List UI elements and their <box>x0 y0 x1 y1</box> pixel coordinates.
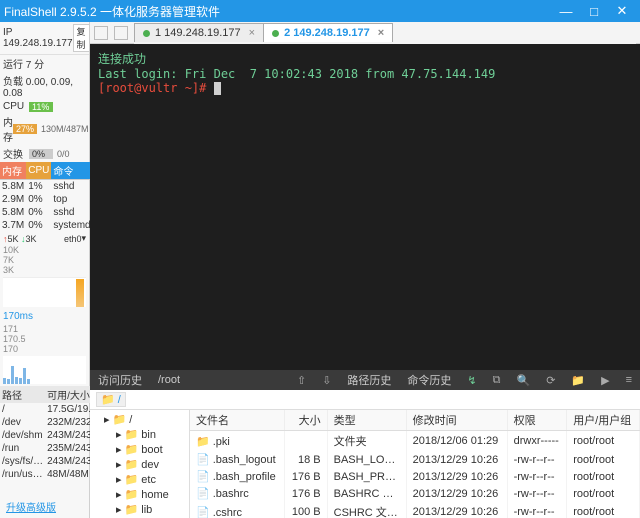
status-dot <box>143 30 150 37</box>
new-folder-icon[interactable]: 📁 <box>571 374 585 387</box>
mem-value: 27% <box>13 124 37 134</box>
tab[interactable]: 1 149.248.19.177× <box>134 23 264 42</box>
th-cmd[interactable]: 命令 <box>51 162 92 180</box>
content-toolbar: 1 149.248.19.177×2 149.248.19.177× <box>90 22 640 44</box>
file-row[interactable]: 📁.pki文件夹2018/12/06 01:29drwxr-----root/r… <box>190 431 640 452</box>
breadcrumb: 📁/ <box>90 390 640 410</box>
copy-icon[interactable]: ⧉ <box>493 374 501 387</box>
net-if: eth0 <box>64 234 82 244</box>
col-type[interactable]: 类型 <box>327 410 406 431</box>
bread-root[interactable]: 📁/ <box>96 392 126 407</box>
tree-node[interactable]: ▸ 📁etc <box>94 472 185 487</box>
file-list[interactable]: 文件名 大小 类型 修改时间 权限 用户/用户组 📁.pki文件夹2018/12… <box>190 410 640 518</box>
tab-close-icon[interactable]: × <box>378 27 384 39</box>
net-if-dropdown[interactable]: ▾ <box>81 233 86 244</box>
tab[interactable]: 2 149.248.19.177× <box>263 23 393 42</box>
file-row[interactable]: 📄.cshrc100 BCSHRC 文…2013/12/29 10:26-rw-… <box>190 502 640 518</box>
file-row[interactable]: 📄.bash_logout18 BBASH_LO…2013/12/29 10:2… <box>190 451 640 468</box>
search-icon[interactable]: 🔍 <box>516 374 530 387</box>
col-name[interactable]: 文件名 <box>190 410 284 431</box>
menu-icon[interactable]: ≡ <box>626 374 632 386</box>
status-dot <box>272 30 279 37</box>
load: 负载 0.00, 0.09, 0.08 <box>3 73 86 99</box>
file-pane: 📁/ ▸ 📁/ ▸ 📁bin▸ 📁boot▸ 📁dev▸ 📁etc▸ 📁home… <box>90 390 640 518</box>
mem-label: 内存 <box>3 114 13 144</box>
maximize-button[interactable]: □ <box>580 0 608 22</box>
process-row[interactable]: 2.9M0%top <box>0 193 93 206</box>
play-icon[interactable]: ▶ <box>601 374 609 387</box>
net-chart <box>3 277 86 307</box>
col-perm[interactable]: 权限 <box>507 410 567 431</box>
lower-bar: 访问历史 /root ⇧ ⇩ 路径历史 命令历史 ↯ ⧉ 🔍 ⟳ 📁 ▶ ≡ <box>90 370 640 390</box>
mem-text: 130M/487M <box>41 124 89 134</box>
tree-node[interactable]: ▸ 📁home <box>94 487 185 502</box>
process-row[interactable]: 3.7M0%systemd <box>0 219 93 232</box>
close-button[interactable]: ✕ <box>608 0 636 22</box>
tab-close-icon[interactable]: × <box>249 27 255 39</box>
app-title: FinalShell 2.9.5.2 一体化服务器管理软件 <box>4 3 552 20</box>
copy-button[interactable]: 复制 <box>73 24 90 52</box>
uptime: 运行 7 分 <box>3 56 44 71</box>
tree-node[interactable]: ▸ 📁bin <box>94 427 185 442</box>
process-row[interactable]: 5.8M0%sshd <box>0 206 93 219</box>
tree-node[interactable]: ▸ 📁boot <box>94 442 185 457</box>
content: 1 149.248.19.177×2 149.248.19.177× 连接成功 … <box>90 22 640 518</box>
ping-chart <box>3 356 86 384</box>
file-row[interactable]: 📄.bash_profile176 BBASH_PR…2013/12/29 10… <box>190 468 640 485</box>
col-owner[interactable]: 用户/用户组 <box>567 410 640 431</box>
process-row[interactable]: 5.8M1%sshd <box>0 180 93 194</box>
swap-value: 0% <box>29 149 53 159</box>
process-table: 内存CPU命令 5.8M1%sshd2.9M0%top5.8M0%sshd3.7… <box>0 162 93 232</box>
ip-label: IP 149.248.19.177 <box>3 27 73 49</box>
minimize-button[interactable]: — <box>552 0 580 22</box>
sidebar: IP 149.248.19.177 复制 ↻ 运行 7 分 负载 0.00, 0… <box>0 22 90 518</box>
net-down: 3K <box>26 234 37 244</box>
download-icon[interactable]: ⇩ <box>322 374 331 387</box>
th-cpu[interactable]: CPU <box>26 162 51 180</box>
sync-icon[interactable]: ⟳ <box>546 374 555 387</box>
th-path[interactable]: 路径 <box>0 386 45 403</box>
file-tree[interactable]: ▸ 📁/ ▸ 📁bin▸ 📁boot▸ 📁dev▸ 📁etc▸ 📁home▸ 📁… <box>90 410 190 518</box>
ping-value: 170ms <box>0 309 89 324</box>
current-path[interactable]: /root <box>158 374 180 386</box>
visit-history[interactable]: 访问历史 <box>98 372 142 388</box>
terminal[interactable]: 连接成功 Last login: Fri Dec 7 10:02:43 2018… <box>90 44 640 370</box>
col-mtime[interactable]: 修改时间 <box>406 410 507 431</box>
upload-icon[interactable]: ⇧ <box>297 374 306 387</box>
titlebar: FinalShell 2.9.5.2 一体化服务器管理软件 — □ ✕ <box>0 0 640 22</box>
path-history[interactable]: 路径历史 <box>347 372 391 388</box>
col-size[interactable]: 大小 <box>284 410 327 431</box>
upgrade-link[interactable]: 升级高级版 <box>0 495 89 518</box>
th-mem[interactable]: 内存 <box>0 162 26 180</box>
tree-node[interactable]: ▸ 📁dev <box>94 457 185 472</box>
file-row[interactable]: 📄.bashrc176 BBASHRC …2013/12/29 10:26-rw… <box>190 485 640 502</box>
cpu-value: 11% <box>29 102 53 112</box>
cmd-history[interactable]: 命令历史 <box>407 372 451 388</box>
net-up: 5K <box>8 234 19 244</box>
bolt-icon[interactable]: ↯ <box>467 374 476 387</box>
toolbar-btn-1[interactable] <box>94 26 108 40</box>
toolbar-btn-2[interactable] <box>114 26 128 40</box>
swap-text: 0/0 <box>57 149 70 159</box>
cpu-label: CPU <box>3 101 29 112</box>
tree-node[interactable]: ▸ 📁lib <box>94 502 185 517</box>
tree-root[interactable]: ▸ 📁/ <box>94 412 185 427</box>
swap-label: 交换 <box>3 146 29 161</box>
tab-bar: 1 149.248.19.177×2 149.248.19.177× <box>134 22 636 44</box>
cursor <box>214 82 221 95</box>
